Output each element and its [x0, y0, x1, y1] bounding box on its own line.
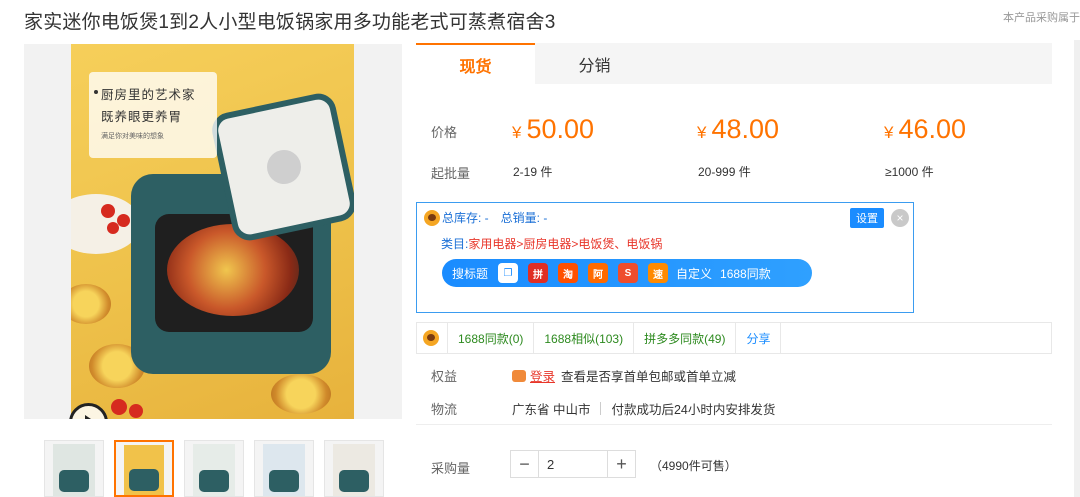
- thumbnail-5[interactable]: [324, 440, 384, 497]
- range-tier-3: ≥1000 件: [885, 165, 934, 179]
- taobao-icon[interactable]: 淘: [558, 263, 579, 283]
- shopee-icon[interactable]: S: [618, 263, 639, 283]
- share-link[interactable]: 分享: [736, 323, 782, 353]
- total-stock: 总库存: -: [442, 211, 489, 225]
- settings-button[interactable]: 设置: [850, 208, 884, 228]
- thumbnail-1[interactable]: [44, 440, 104, 497]
- tab-distribution[interactable]: 分销: [535, 43, 654, 84]
- divider: [416, 424, 1052, 425]
- benefit-icon: [512, 369, 526, 382]
- quantity-input[interactable]: [539, 451, 607, 477]
- banner-line1: 厨房里的艺术家: [101, 87, 196, 102]
- range-tier-1: 2-19 件: [513, 165, 553, 179]
- ship-time: 付款成功后24小时内安排发货: [611, 403, 776, 417]
- same-1688-link[interactable]: 1688同款(0): [448, 323, 535, 353]
- alibaba-icon[interactable]: 阿: [588, 263, 609, 283]
- ship-from: 广东省 中山市: [512, 403, 591, 417]
- plugin-panel: 总库存: - 总销量: - 设置 × 类目:家用电器>厨房电器>电饭煲、电饭锅 …: [416, 202, 914, 313]
- similar-links-bar: 1688同款(0) 1688相似(103) 拼多多同款(49) 分享: [416, 322, 1052, 354]
- rights-label: 权益: [431, 369, 458, 384]
- range-tier-2: 20-999 件: [698, 165, 751, 179]
- thumbnail-4[interactable]: [254, 440, 314, 497]
- price-tier-3: ¥46.00: [884, 114, 967, 144]
- purchase-label: 采购量: [431, 461, 471, 476]
- main-product-image[interactable]: 厨房里的艺术家 既养眼更养胃 满足你对美味的想象: [24, 44, 402, 419]
- category-path: 类目:家用电器>厨房电器>电饭煲、电饭锅: [441, 237, 663, 251]
- category-link[interactable]: 家用电器>厨房电器>电饭煲、电饭锅: [468, 237, 662, 251]
- thumbnail-2[interactable]: [114, 440, 174, 497]
- price-label: 价格: [431, 125, 458, 140]
- thumbnail-3[interactable]: [184, 440, 244, 497]
- similar-1688-link[interactable]: 1688相似(103): [534, 323, 635, 353]
- moq-label: 起批量: [431, 166, 471, 181]
- product-photo: 厨房里的艺术家 既养眼更养胃 满足你对美味的想象: [71, 44, 354, 419]
- rights-value: 登录 查看是否享首单包邮或首单立减: [512, 366, 736, 385]
- search-title-button[interactable]: 搜标题: [452, 265, 488, 282]
- rights-text: 查看是否享首单包邮或首单立减: [561, 370, 737, 384]
- banner-line3: 满足你对美味的想象: [101, 133, 164, 140]
- logistics-label: 物流: [431, 402, 458, 417]
- banner-line2: 既养眼更养胃: [101, 109, 183, 124]
- product-title: 家实迷你电饭煲1到2人小型电饭锅家用多功能老式可蒸煮宿舍3: [24, 12, 556, 33]
- same-1688-button[interactable]: 1688同款: [720, 265, 771, 282]
- copy-icon[interactable]: ❐: [498, 263, 519, 283]
- custom-button[interactable]: 自定义: [676, 265, 712, 282]
- available-stock: （4990件可售）: [650, 459, 737, 473]
- global-icon[interactable]: 速: [648, 263, 669, 283]
- offer-tabs: 现货 分销: [416, 43, 1052, 84]
- total-sales: 总销量: -: [500, 211, 548, 225]
- plugin-avatar-icon: [424, 209, 440, 226]
- price-tier-2: ¥48.00: [697, 114, 780, 144]
- plugin-avatar-icon: [423, 330, 439, 346]
- cooker-lid: [208, 90, 354, 244]
- close-icon[interactable]: ×: [891, 209, 909, 227]
- purchase-note: 本产品采购属于: [1003, 12, 1080, 24]
- quantity-stepper: − +: [510, 450, 636, 478]
- price-tier-1: ¥50.00: [512, 114, 595, 144]
- page-edge: [1074, 40, 1080, 497]
- search-toolbar: 搜标题 ❐ 拼 淘 阿 S 速 自定义 1688同款: [442, 259, 812, 287]
- decrease-button[interactable]: −: [511, 451, 539, 477]
- increase-button[interactable]: +: [607, 451, 635, 477]
- image-banner: 厨房里的艺术家 既养眼更养胃 满足你对美味的想象: [89, 72, 217, 158]
- login-link[interactable]: 登录: [530, 366, 555, 385]
- tab-spot[interactable]: 现货: [416, 43, 535, 84]
- pinduoduo-icon[interactable]: 拼: [528, 263, 549, 283]
- pdd-same-link[interactable]: 拼多多同款(49): [634, 323, 737, 353]
- thumbnail-strip: [44, 440, 384, 497]
- logistics-value: 广东省 中山市 付款成功后24小时内安排发货: [512, 399, 775, 418]
